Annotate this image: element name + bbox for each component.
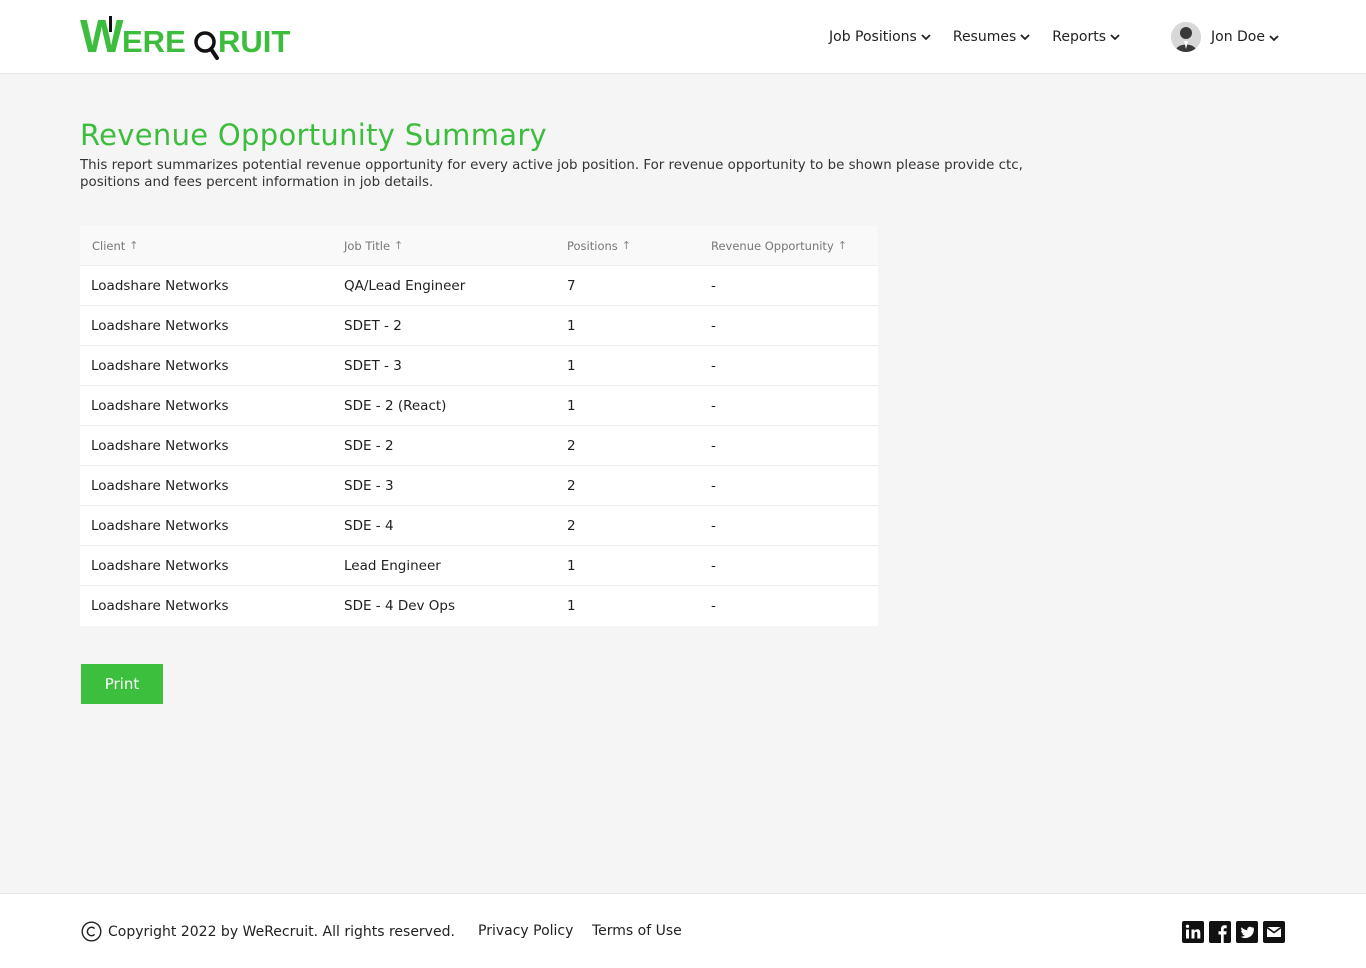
nav-reports-label: Reports [1052, 29, 1106, 45]
cell-client: Loadshare Networks [91, 477, 229, 494]
cell-positions: 2 [567, 517, 576, 534]
cell-positions: 1 [567, 598, 576, 614]
linkedin-icon[interactable] [1182, 921, 1204, 943]
column-header-positions[interactable]: Positions ↑ [558, 239, 701, 253]
cell-job-title: SDE - 4 Dev Ops [344, 598, 456, 614]
cell-revenue: - [711, 277, 716, 294]
column-header-label: Revenue Opportunity [711, 238, 834, 253]
table-row: Loadshare Networks SDET - 2 1 - [80, 306, 878, 346]
cell-positions: 1 [567, 357, 576, 374]
terms-of-use-link[interactable]: Terms of Use [592, 923, 682, 939]
nav-resumes-label: Resumes [952, 29, 1017, 45]
top-header: W ERE RUIT Job Positions Resumes Reports [0, 0, 1366, 74]
cell-positions: 2 [567, 477, 576, 494]
cell-job-title: QA/Lead Engineer [344, 277, 466, 294]
social-links [1182, 921, 1290, 943]
table-row: Loadshare Networks SDE - 2 (React) 1 - [80, 386, 878, 426]
copyright-text: Copyright 2022 by WeRecruit. All rights … [108, 923, 455, 940]
table-row: Loadshare Networks SDE - 2 2 - [80, 426, 878, 466]
cell-job-title: SDE - 4 [344, 517, 394, 534]
column-header-label: Job Title [344, 238, 391, 253]
print-button[interactable]: Print [81, 664, 163, 704]
sort-arrow-icon: ↑ [129, 239, 139, 252]
nav-job-positions[interactable]: Job Positions [829, 29, 931, 45]
page-description: This report summarizes potential revenue… [80, 158, 1023, 190]
user-menu[interactable]: Jon Doe [1171, 22, 1279, 52]
cell-client: Loadshare Networks [91, 517, 229, 534]
column-header-label: Client [92, 238, 126, 253]
werecruit-logo[interactable]: W ERE RUIT [80, 10, 292, 64]
nav-resumes[interactable]: Resumes [953, 29, 1030, 45]
twitter-icon[interactable] [1236, 921, 1258, 943]
column-header-revenue-opportunity[interactable]: Revenue Opportunity ↑ [701, 239, 878, 253]
cell-job-title: SDET - 2 [344, 317, 402, 334]
column-header-job-title[interactable]: Job Title ↑ [333, 239, 558, 253]
table-row: Loadshare Networks SDET - 3 1 - [80, 346, 878, 386]
page-title: Revenue Opportunity Summary [80, 118, 548, 152]
cell-revenue: - [711, 517, 716, 534]
chevron-down-icon [1110, 33, 1120, 41]
cell-revenue: - [711, 317, 716, 334]
cell-job-title: SDE - 2 [344, 437, 394, 454]
nav-job-positions-label: Job Positions [829, 29, 917, 45]
cell-positions: 2 [567, 437, 576, 454]
cell-job-title: SDE - 2 (React) [344, 397, 447, 414]
user-name: Jon Doe [1211, 29, 1265, 45]
table-row: Loadshare Networks SDE - 4 2 - [80, 506, 878, 546]
privacy-policy-link[interactable]: Privacy Policy [478, 923, 573, 939]
svg-text:W: W [80, 10, 124, 62]
cell-client: Loadshare Networks [91, 357, 229, 374]
cell-revenue: - [711, 477, 716, 494]
nav-reports[interactable]: Reports [1052, 29, 1120, 45]
cell-client: Loadshare Networks [91, 437, 229, 454]
table-row: Loadshare Networks SDE - 3 2 - [80, 466, 878, 506]
cell-revenue: - [711, 598, 716, 614]
cell-revenue: - [711, 437, 716, 454]
copyright: Copyright 2022 by WeRecruit. All rights … [81, 921, 455, 942]
svg-text:RUIT: RUIT [218, 24, 290, 59]
cell-positions: 1 [567, 397, 576, 414]
copyright-icon [81, 921, 102, 942]
cell-job-title: Lead Engineer [344, 557, 441, 574]
email-icon[interactable] [1263, 921, 1285, 943]
table-row: Loadshare Networks SDE - 4 Dev Ops 1 - [80, 586, 878, 626]
cell-positions: 7 [567, 277, 576, 294]
table-header: Client ↑ Job Title ↑ Positions ↑ Revenue… [80, 226, 878, 266]
facebook-icon[interactable] [1209, 921, 1231, 943]
cell-positions: 1 [567, 317, 576, 334]
cell-positions: 1 [567, 557, 576, 574]
svg-text:ERE: ERE [122, 24, 186, 59]
page-footer: Copyright 2022 by WeRecruit. All rights … [0, 893, 1366, 968]
table-row: Loadshare Networks QA/Lead Engineer 7 - [80, 266, 878, 306]
sort-arrow-icon: ↑ [837, 239, 847, 252]
sort-arrow-icon: ↑ [394, 239, 404, 252]
cell-revenue: - [711, 557, 716, 574]
cell-job-title: SDE - 3 [344, 477, 394, 494]
cell-client: Loadshare Networks [91, 317, 229, 334]
table-row: Loadshare Networks Lead Engineer 1 - [80, 546, 878, 586]
cell-client: Loadshare Networks [91, 557, 229, 574]
chevron-down-icon [921, 33, 931, 41]
revenue-table: Client ↑ Job Title ↑ Positions ↑ Revenue… [80, 226, 878, 626]
column-header-client[interactable]: Client ↑ [80, 239, 333, 253]
sort-arrow-icon: ↑ [621, 239, 631, 252]
cell-client: Loadshare Networks [91, 397, 229, 414]
avatar [1171, 22, 1201, 52]
cell-client: Loadshare Networks [91, 598, 229, 614]
chevron-down-icon [1269, 35, 1279, 42]
cell-client: Loadshare Networks [91, 277, 229, 294]
cell-job-title: SDET - 3 [344, 357, 402, 374]
chevron-down-icon [1020, 33, 1030, 41]
main-nav: Job Positions Resumes Reports [829, 26, 1142, 48]
column-header-label: Positions [567, 238, 618, 253]
cell-revenue: - [711, 397, 716, 414]
cell-revenue: - [711, 357, 716, 374]
